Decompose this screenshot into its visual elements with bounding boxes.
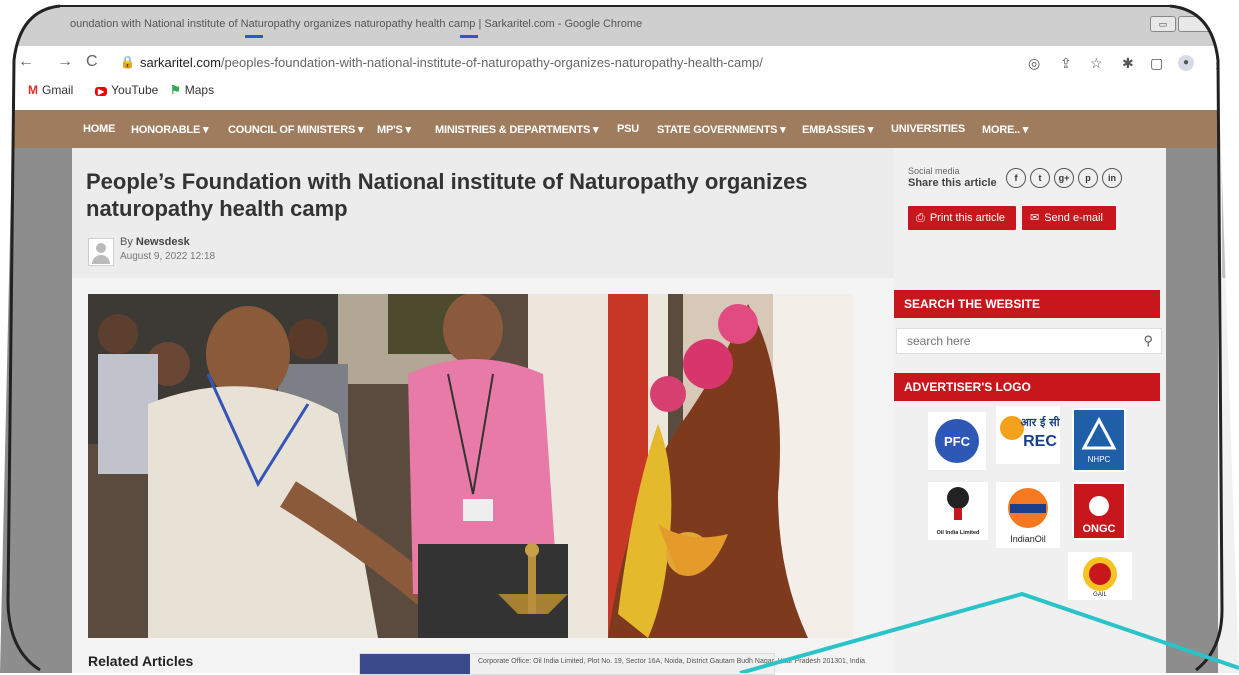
page-scrollbar[interactable]: ▲ xyxy=(1218,102,1239,673)
profile-avatar-icon[interactable]: ● xyxy=(1178,55,1194,71)
url-path: /peoples-foundation-with-national-instit… xyxy=(220,55,763,70)
svg-text:NHPC: NHPC xyxy=(1088,455,1111,464)
nav-mps[interactable]: MP'S ▾ xyxy=(377,123,411,136)
svg-text:REC: REC xyxy=(1023,433,1057,450)
oil-india-logo[interactable]: Oil India Limited xyxy=(928,482,988,540)
gmail-icon: M xyxy=(28,83,38,97)
ongc-logo[interactable]: ONGC xyxy=(1072,482,1126,540)
search-input[interactable] xyxy=(897,329,1137,353)
twitter-icon[interactable]: t xyxy=(1030,168,1050,188)
sidepanel-icon[interactable]: ▢ xyxy=(1150,55,1163,72)
menu-kebab-icon[interactable]: ⋮ xyxy=(1210,55,1224,72)
indianoil-logo[interactable]: IndianOil xyxy=(996,482,1060,548)
envelope-icon: ✉ xyxy=(1030,212,1040,224)
forward-icon[interactable]: → xyxy=(57,53,73,71)
svg-text:Oil India Limited: Oil India Limited xyxy=(937,530,980,536)
page-content: People’s Foundation with National instit… xyxy=(72,148,1166,675)
gail-logo[interactable]: GAIL xyxy=(1068,552,1132,600)
nav-state-governments[interactable]: STATE GOVERNMENTS ▾ xyxy=(657,123,786,136)
nav-ministries[interactable]: MINISTRIES & DEPARTMENTS ▾ xyxy=(435,123,598,136)
svg-text:ONGC: ONGC xyxy=(1083,523,1116,535)
send-email-button[interactable]: ✉ Send e-mail xyxy=(1022,206,1116,230)
address-bar: ← → C 🔒 sarkaritel.com/peoples-foundatio… xyxy=(0,46,1239,80)
oil-india-ad-logo xyxy=(360,654,470,674)
ad-text: Corporate Office: Oil India Limited, Plo… xyxy=(478,658,866,665)
url-field[interactable]: 🔒 sarkaritel.com/peoples-foundation-with… xyxy=(114,52,994,74)
back-icon[interactable]: ← xyxy=(18,53,34,71)
google-plus-icon[interactable]: g+ xyxy=(1054,168,1074,188)
byline: By Newsdesk xyxy=(120,236,190,248)
related-articles-heading: Related Articles xyxy=(88,653,194,669)
tab-indicator xyxy=(460,35,478,38)
site-navigation: HOME HONORABLE ▾ COUNCIL OF MINISTERS ▾ … xyxy=(0,110,1218,148)
minimize-window-button[interactable] xyxy=(1178,16,1220,32)
window-title: oundation with National institute of Nat… xyxy=(70,18,643,30)
nhpc-logo[interactable]: NHPC xyxy=(1072,408,1126,472)
nav-home[interactable]: HOME xyxy=(83,123,115,135)
share-icon[interactable]: ⇪ xyxy=(1060,55,1072,72)
ad-banner[interactable]: Corporate Office: Oil India Limited, Plo… xyxy=(359,653,865,675)
publish-date: August 9, 2022 12:18 xyxy=(120,251,216,262)
advertiser-section-heading: ADVERTISER'S LOGO xyxy=(894,373,1160,401)
bookmarks-bar: M Gmail ▶ YouTube ⚑ Maps xyxy=(0,80,1239,102)
nav-more[interactable]: MORE.. ▾ xyxy=(982,123,1028,136)
author-name[interactable]: Newsdesk xyxy=(136,236,190,248)
maps-icon: ⚑ xyxy=(170,83,181,97)
restore-window-button[interactable]: ▭ xyxy=(1150,16,1176,32)
bookmark-youtube[interactable]: ▶ YouTube xyxy=(95,83,158,97)
pinterest-icon[interactable]: p xyxy=(1078,168,1098,188)
bookmark-gmail[interactable]: M Gmail xyxy=(28,83,73,97)
share-article-label: Share this article xyxy=(908,177,997,189)
reload-icon[interactable]: C xyxy=(86,53,98,71)
scrollbar-thumb[interactable] xyxy=(1222,168,1234,278)
svg-text:आर ई सी: आर ई सी xyxy=(1020,415,1060,429)
svg-text:IndianOil: IndianOil xyxy=(1010,534,1046,544)
url-host: sarkaritel.com xyxy=(140,55,221,70)
search-section-heading: SEARCH THE WEBSITE xyxy=(894,290,1160,318)
eye-off-icon[interactable]: ◎ xyxy=(1028,55,1040,72)
search-icon[interactable]: ⚲ xyxy=(1143,333,1153,349)
linkedin-icon[interactable]: in xyxy=(1102,168,1122,188)
rec-logo[interactable]: आर ई सी REC xyxy=(996,406,1061,464)
print-article-button[interactable]: ⎙ Print this article xyxy=(908,206,1016,230)
tab-indicator xyxy=(245,35,263,38)
nav-universities[interactable]: UNIVERSITIES xyxy=(891,123,965,135)
article-photo xyxy=(88,294,853,638)
youtube-icon: ▶ xyxy=(95,87,108,96)
svg-text:PFC: PFC xyxy=(944,434,971,449)
nav-honorable[interactable]: HONORABLE ▾ xyxy=(131,123,208,136)
browser-titlebar: oundation with National institute of Nat… xyxy=(0,0,1239,46)
nav-embassies[interactable]: EMBASSIES ▾ xyxy=(802,123,873,136)
bookmark-maps[interactable]: ⚑ Maps xyxy=(170,83,214,97)
article-title: People’s Foundation with National instit… xyxy=(86,169,808,221)
extensions-icon[interactable]: ✱ xyxy=(1122,55,1134,72)
pfc-logo[interactable]: PFC xyxy=(928,412,986,470)
nav-psu[interactable]: PSU xyxy=(617,123,639,135)
article-header: People’s Foundation with National instit… xyxy=(72,148,894,278)
sidebar: Social media Share this article f t g+ p… xyxy=(894,148,1166,673)
nav-council-of-ministers[interactable]: COUNCIL OF MINISTERS ▾ xyxy=(228,123,364,136)
search-box[interactable]: ⚲ xyxy=(896,328,1162,354)
printer-icon: ⎙ xyxy=(916,212,925,224)
social-media-label: Social media xyxy=(908,166,960,176)
svg-text:GAIL: GAIL xyxy=(1093,592,1107,598)
author-avatar-icon xyxy=(88,238,114,266)
facebook-icon[interactable]: f xyxy=(1006,168,1026,188)
bookmark-star-icon[interactable]: ☆ xyxy=(1090,55,1103,72)
scroll-up-icon[interactable]: ▲ xyxy=(1224,108,1232,117)
lock-icon: 🔒 xyxy=(120,55,135,69)
